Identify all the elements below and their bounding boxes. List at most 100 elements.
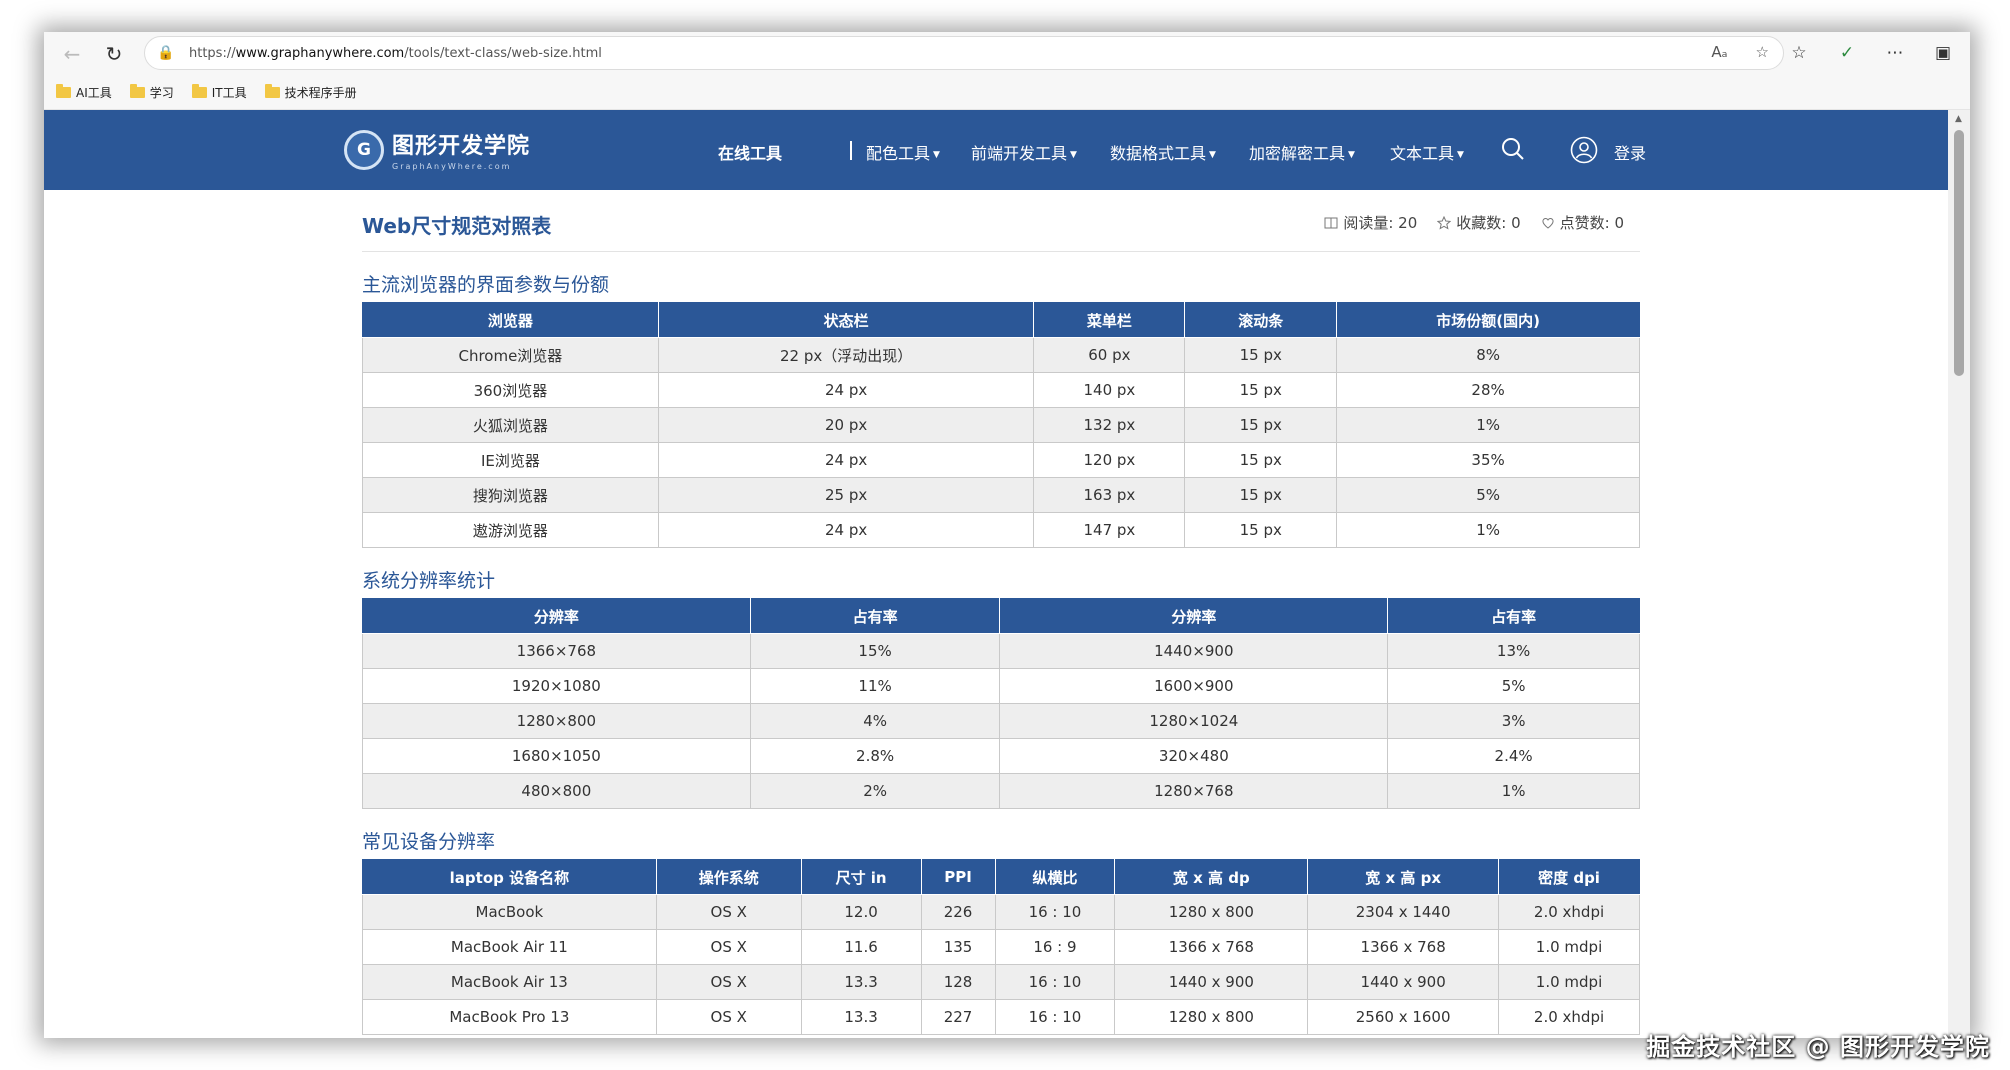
table-cell: 3% <box>1387 703 1640 739</box>
reload-icon[interactable]: ↻ <box>94 34 134 74</box>
bookmark-folder-study[interactable]: 学习 <box>129 84 174 101</box>
table-cell: 15 px <box>1184 477 1338 513</box>
device-table: laptop 设备名称 操作系统 尺寸 in PPI 纵横比宽 x 高 dp 宽 x 高 … <box>362 859 1640 1035</box>
more-menu-icon[interactable]: ⋯ <box>1878 36 1912 70</box>
column-header: 分辨率 <box>362 598 751 634</box>
nav-crypto-tools[interactable]: 加密解密工具 ▼ <box>1249 140 1355 164</box>
column-header: 分辨率 <box>999 598 1389 634</box>
table-row: MacBook OS X 12.0 226 16 : 10 1280 x 800 2304 … <box>362 894 1640 930</box>
read-aloud-icon[interactable]: Aₐ <box>1711 43 1727 61</box>
lock-icon[interactable]: 🔒 <box>157 45 179 61</box>
favorite-count[interactable]: 收藏数: 0 <box>1437 212 1521 233</box>
favorite-count-label: 收藏数: 0 <box>1456 214 1521 232</box>
bookmark-folder-ai[interactable]: AI工具 <box>56 84 112 101</box>
favorites-list-icon[interactable]: ☆ <box>1782 36 1816 70</box>
table-cell: 11% <box>749 668 1001 704</box>
table-cell: 搜狗浏览器 <box>362 477 659 513</box>
column-header: 滚动条 <box>1184 302 1338 338</box>
web-page: G 图形开发学院 GraphAnyWhere.com 在线工具 配色工具 ▼ 前端… <box>44 110 1948 1038</box>
login-link[interactable]: 登录 <box>1614 140 1646 164</box>
article-stats: 阅读量: 20 收藏数: 0 点赞数: 0 <box>1324 212 1624 233</box>
table-row: 1280×800 4% 1280×1024 3% <box>362 703 1640 739</box>
main-nav: 在线工具 配色工具 ▼ 前端开发工具 ▼ 数据格式工具 ▼ 加密解密工具 ▼ 文本工具 ▼… <box>44 110 1948 190</box>
bookmark-folder-manuals[interactable]: 技术程序手册 <box>264 84 357 101</box>
table-row: 1366×768 15% 1440×900 13% <box>362 633 1640 669</box>
table-row: 1680×1050 2.8% 320×480 2.4% <box>362 738 1640 774</box>
star-icon <box>1437 215 1452 230</box>
table-cell: 1.0 mdpi <box>1498 964 1640 1000</box>
table-cell: 1440×900 <box>999 633 1389 669</box>
table-cell: 1.0 mdpi <box>1498 929 1640 965</box>
table-cell: 1280×1024 <box>999 703 1389 739</box>
scroll-up-arrow-icon[interactable]: ▲ <box>1955 114 1962 124</box>
watermark: 掘金技术社区 @ 图形开发学院 <box>1646 1033 1990 1061</box>
nav-data-format-tools[interactable]: 数据格式工具 ▼ <box>1110 140 1216 164</box>
table-cell: 24 px <box>657 372 1035 408</box>
table-cell: 128 <box>920 964 996 1000</box>
table-cell: 1% <box>1387 773 1640 809</box>
nav-frontend-tools[interactable]: 前端开发工具 ▼ <box>971 140 1077 164</box>
table-cell: 320×480 <box>999 738 1389 774</box>
table-header-row: 分辨率 占有率 分辨率 占有率 <box>362 598 1640 634</box>
column-header: 占有率 <box>1387 598 1640 634</box>
caret-down-icon: ▼ <box>1348 150 1355 160</box>
column-header: 宽 x 高 px <box>1307 859 1500 895</box>
sidebar-toggle-icon[interactable]: ▣ <box>1926 36 1960 70</box>
table-cell: OS X <box>655 964 802 1000</box>
extension-icon[interactable]: ✓ <box>1830 36 1864 70</box>
table-cell: 1680×1050 <box>362 738 751 774</box>
table-cell: 1920×1080 <box>362 668 751 704</box>
section-title-devices: 常见设备分辨率 <box>362 831 496 853</box>
url-path: /tools/text-class/web-size.html <box>404 45 602 61</box>
table-cell: 5% <box>1387 668 1640 704</box>
table-cell: 2.8% <box>749 738 1001 774</box>
table-row: 火狐浏览器 20 px 132 px 15 px 1% <box>362 407 1640 443</box>
table-cell: 1280×800 <box>362 703 751 739</box>
nav-color-tools[interactable]: 配色工具 ▼ <box>866 140 940 164</box>
article-content: Web尺寸规范对照表 阅读量: 20 收藏数: 0 点赞数: 0 主流浏览器的界… <box>362 190 1640 1035</box>
folder-icon <box>56 84 71 98</box>
url-text[interactable]: https://www.graphanywhere.com/tools/text… <box>189 46 602 61</box>
table-cell: 13.3 <box>800 964 922 1000</box>
table-row: 遨游浏览器 24 px 147 px 15 px 1% <box>362 512 1640 548</box>
user-icon[interactable] <box>1570 136 1598 164</box>
table-cell: 1440 x 900 <box>1307 964 1500 1000</box>
page-scrollbar[interactable]: ▲ <box>1948 110 1970 1038</box>
caret-down-icon: ▼ <box>1209 150 1216 160</box>
table-cell: 2.4% <box>1387 738 1640 774</box>
table-cell: 2% <box>749 773 1001 809</box>
table-cell: 1366 x 768 <box>1114 929 1309 965</box>
heart-icon <box>1541 217 1554 229</box>
table-cell: 2.0 xhdpi <box>1498 894 1640 930</box>
favorite-star-icon[interactable]: ☆ <box>1756 43 1769 61</box>
table-cell: Chrome浏览器 <box>362 337 659 373</box>
table-cell: 24 px <box>657 512 1035 548</box>
scrollbar-thumb[interactable] <box>1954 130 1964 376</box>
search-icon[interactable] <box>1501 137 1525 161</box>
table-row: IE浏览器 24 px 120 px 15 px 35% <box>362 442 1640 478</box>
url-host: www.graphanywhere.com <box>235 45 405 61</box>
table-cell: 16 : 10 <box>994 964 1116 1000</box>
table-cell: 163 px <box>1033 477 1186 513</box>
column-header: 纵横比 <box>994 859 1116 895</box>
table-cell: 15% <box>749 633 1001 669</box>
table-cell: 2304 x 1440 <box>1307 894 1500 930</box>
table-cell: 遨游浏览器 <box>362 512 659 548</box>
table-cell: 15 px <box>1184 512 1338 548</box>
bookmark-folder-it[interactable]: IT工具 <box>191 84 247 101</box>
table-cell: 227 <box>920 999 996 1035</box>
table-cell: OS X <box>655 999 802 1035</box>
table-cell: IE浏览器 <box>362 442 659 478</box>
nav-online-tools[interactable]: 在线工具 <box>718 140 782 164</box>
back-icon[interactable]: ← <box>52 34 92 74</box>
like-count[interactable]: 点赞数: 0 <box>1541 212 1624 233</box>
read-count: 阅读量: 20 <box>1324 212 1417 233</box>
nav-text-tools[interactable]: 文本工具 ▼ <box>1390 140 1464 164</box>
table-cell: 15 px <box>1184 442 1338 478</box>
address-bar[interactable]: 🔒 https://www.graphanywhere.com/tools/te… <box>144 36 1784 70</box>
folder-icon <box>264 84 280 98</box>
column-header: 状态栏 <box>657 302 1035 338</box>
table-row: 搜狗浏览器 25 px 163 px 15 px 5% <box>362 477 1640 513</box>
table-cell: 1280 x 800 <box>1114 999 1309 1035</box>
like-count-label: 点赞数: 0 <box>1559 214 1624 232</box>
